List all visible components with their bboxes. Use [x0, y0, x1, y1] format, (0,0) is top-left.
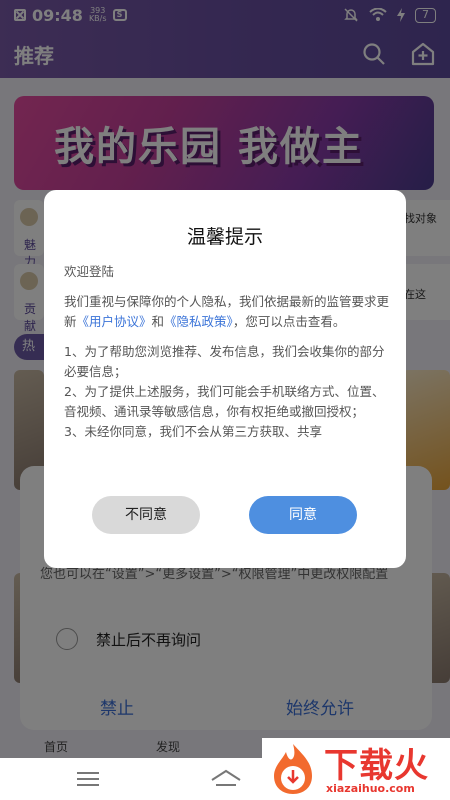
privacy-dialog: 温馨提示 欢迎登陆 我们重视与保障你的个人隐私，我们依据最新的监管要求更新《用户… — [44, 190, 406, 568]
watermark-brand: 下载火 — [324, 746, 429, 786]
dialog-item-2: 2、为了提供上述服务，我们可能会手机联络方式、位置、音视频、通讯录等敏感信息，你… — [64, 384, 385, 419]
dialog-and: 和 — [151, 314, 165, 329]
disagree-button[interactable]: 不同意 — [92, 496, 200, 534]
privacy-policy-link[interactable]: 《隐私政策》 — [164, 314, 233, 329]
watermark: 下载火 xiazaihuo.com — [262, 738, 450, 800]
watermark-url: xiazaihuo.com — [326, 782, 415, 795]
tab-discover[interactable]: 发现 — [156, 738, 180, 755]
user-agreement-link[interactable]: 《用户协议》 — [77, 314, 152, 329]
agree-button[interactable]: 同意 — [249, 496, 357, 534]
dialog-title: 温馨提示 — [186, 226, 263, 248]
dialog-welcome: 欢迎登陆 — [64, 264, 115, 279]
dialog-body[interactable]: 欢迎登陆 我们重视与保障你的个人隐私，我们依据最新的监管要求更新《用户协议》和《… — [64, 262, 390, 474]
fire-logo-icon — [274, 744, 312, 794]
tab-home[interactable]: 首页 — [44, 738, 68, 755]
dialog-intro-suffix: ，您可以点击查看。 — [232, 314, 346, 329]
home-icon[interactable] — [210, 768, 242, 788]
dialog-intro: 我们重视与保障你的个人隐私，我们依据最新的监管要求更新《用户协议》和《隐私政策》… — [64, 292, 390, 332]
menu-icon[interactable] — [77, 772, 99, 786]
dialog-item-1: 1、为了帮助您浏览推荐、发布信息，我们会收集你的部分必要信息； — [64, 344, 385, 379]
dialog-item-3: 3、未经你同意，我们不会从第三方获取、共享 — [64, 424, 322, 439]
